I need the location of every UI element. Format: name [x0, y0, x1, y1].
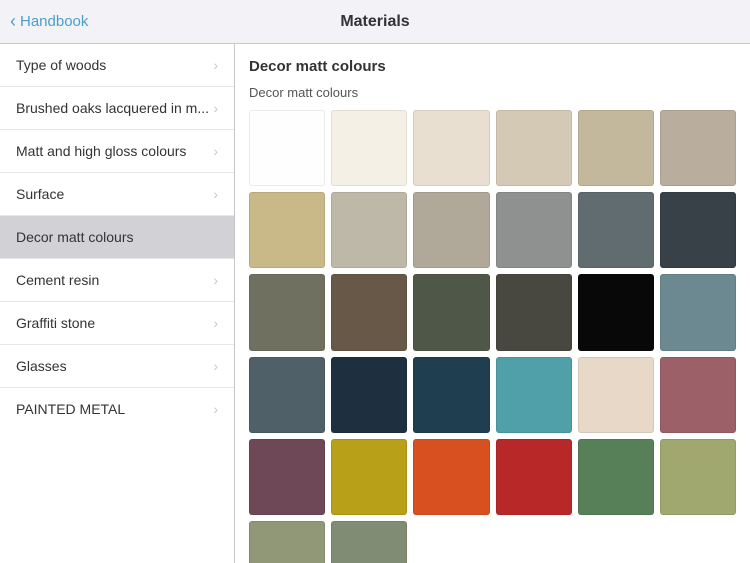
- color-swatch[interactable]: [413, 357, 489, 433]
- sidebar-item-label: Surface: [16, 186, 64, 202]
- chevron-right-icon: ›: [213, 315, 218, 331]
- main-panel: Decor matt colours Decor matt colours: [235, 44, 750, 563]
- color-swatch[interactable]: [496, 439, 572, 515]
- sidebar-item-painted-metal[interactable]: PAINTED METAL ›: [0, 388, 234, 430]
- sidebar-item-glasses[interactable]: Glasses ›: [0, 345, 234, 388]
- color-swatch[interactable]: [413, 110, 489, 186]
- color-swatch[interactable]: [331, 357, 407, 433]
- color-swatch[interactable]: [249, 274, 325, 350]
- sidebar-item-label: Decor matt colours: [16, 229, 133, 245]
- chevron-right-icon: ›: [213, 143, 218, 159]
- sidebar-item-label: Graffiti stone: [16, 315, 95, 331]
- color-swatch[interactable]: [496, 110, 572, 186]
- color-swatch[interactable]: [249, 110, 325, 186]
- sidebar-item-decor-matt[interactable]: Decor matt colours: [0, 216, 234, 259]
- color-swatch[interactable]: [249, 192, 325, 268]
- sidebar-item-label: Cement resin: [16, 272, 99, 288]
- color-swatch[interactable]: [660, 110, 736, 186]
- sidebar-item-label: PAINTED METAL: [16, 401, 125, 417]
- sidebar-item-label: Glasses: [16, 358, 67, 374]
- color-swatch[interactable]: [331, 274, 407, 350]
- main-content: Type of woods›Brushed oaks lacquered in …: [0, 44, 750, 563]
- sidebar-item-cement-resin[interactable]: Cement resin ›: [0, 259, 234, 302]
- back-label: Handbook: [20, 13, 88, 30]
- chevron-right-icon: ›: [213, 186, 218, 202]
- color-swatch[interactable]: [660, 192, 736, 268]
- chevron-right-icon: ›: [213, 100, 218, 116]
- color-swatch[interactable]: [249, 357, 325, 433]
- sidebar-item-label: Type of woods: [16, 57, 106, 73]
- chevron-right-icon: ›: [213, 358, 218, 374]
- sidebar-item-type-of-woods[interactable]: Type of woods ›: [0, 44, 234, 87]
- color-swatch[interactable]: [496, 357, 572, 433]
- color-swatch[interactable]: [331, 110, 407, 186]
- page-title: Materials: [340, 13, 409, 31]
- sidebar-item-label: Matt and high gloss colours: [16, 143, 186, 159]
- sidebar-item-label: Brushed oaks lacquered in m...: [16, 100, 209, 116]
- chevron-right-icon: ›: [213, 57, 218, 73]
- panel-subtitle: Decor matt colours: [249, 85, 736, 100]
- color-swatch[interactable]: [331, 439, 407, 515]
- back-chevron-icon: ‹: [10, 11, 16, 32]
- sidebar: Type of woods›Brushed oaks lacquered in …: [0, 44, 235, 563]
- color-swatch[interactable]: [578, 357, 654, 433]
- color-swatch[interactable]: [331, 521, 407, 563]
- color-grid: [249, 110, 736, 563]
- color-swatch[interactable]: [249, 521, 325, 563]
- sidebar-item-matt-high-gloss[interactable]: Matt and high gloss colours ›: [0, 130, 234, 173]
- color-swatch[interactable]: [331, 192, 407, 268]
- color-swatch[interactable]: [496, 274, 572, 350]
- color-swatch[interactable]: [413, 439, 489, 515]
- sidebar-item-graffiti-stone[interactable]: Graffiti stone ›: [0, 302, 234, 345]
- color-swatch[interactable]: [578, 439, 654, 515]
- chevron-right-icon: ›: [213, 401, 218, 417]
- color-swatch[interactable]: [249, 439, 325, 515]
- panel-title: Decor matt colours: [249, 58, 736, 75]
- color-swatch[interactable]: [413, 274, 489, 350]
- color-swatch[interactable]: [413, 192, 489, 268]
- top-bar: ‹ Handbook Materials: [0, 0, 750, 44]
- color-swatch[interactable]: [578, 274, 654, 350]
- sidebar-item-brushed-oaks[interactable]: Brushed oaks lacquered in m...›: [0, 87, 234, 130]
- back-button[interactable]: ‹ Handbook: [10, 11, 88, 32]
- chevron-right-icon: ›: [213, 272, 218, 288]
- color-swatch[interactable]: [578, 110, 654, 186]
- color-swatch[interactable]: [660, 357, 736, 433]
- color-swatch[interactable]: [660, 439, 736, 515]
- sidebar-item-surface[interactable]: Surface ›: [0, 173, 234, 216]
- color-swatch[interactable]: [660, 274, 736, 350]
- color-swatch[interactable]: [496, 192, 572, 268]
- color-swatch[interactable]: [578, 192, 654, 268]
